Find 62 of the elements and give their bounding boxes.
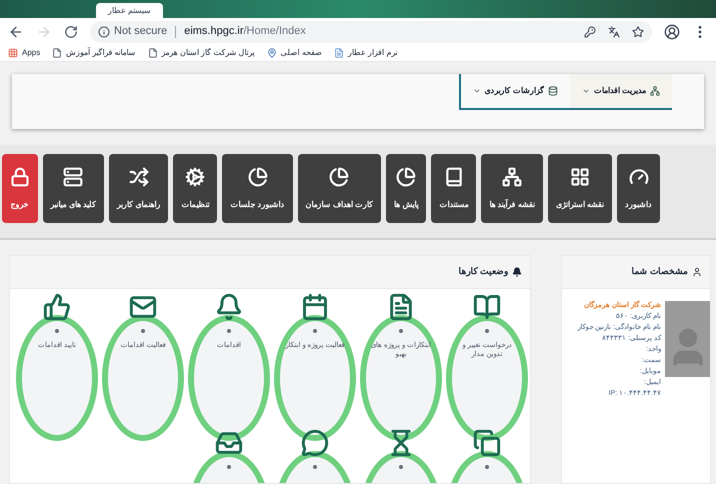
bell-icon: [512, 267, 522, 277]
cogs-icon: [185, 166, 206, 186]
file-icon: [387, 293, 415, 321]
back-icon[interactable]: [8, 24, 24, 40]
toolbar-tile[interactable]: تنظیمات: [173, 154, 218, 223]
bookmark-star-icon[interactable]: [632, 26, 644, 38]
pin-icon: [266, 48, 277, 58]
grid-icon: [570, 166, 590, 186]
server-icon: [63, 166, 84, 186]
pie-chart-icon: [248, 166, 268, 186]
bell-icon: [215, 293, 243, 321]
security-label: Not secure: [114, 24, 168, 40]
info-icon: [98, 26, 110, 38]
nav-menu-item[interactable]: گزارشات کاربردی: [458, 74, 570, 110]
user-icon: [692, 267, 702, 277]
bookmark-item[interactable]: سامانه فراگیر آموزش: [52, 47, 136, 59]
shuffle-icon: [128, 166, 149, 186]
panel-title: مشخصات شما: [631, 265, 688, 278]
toolbar-tile[interactable]: داشبورد جلسات: [222, 154, 293, 223]
url-text: eims.hpgc.ir/Home/Index: [184, 24, 306, 40]
translate-icon[interactable]: [608, 26, 620, 38]
panel-title: وضعیت کارها: [458, 265, 508, 278]
bookmark-item[interactable]: نرم افزار عطار: [334, 47, 398, 59]
database-icon: [548, 86, 558, 96]
toolbar-tile[interactable]: خروج: [2, 154, 38, 223]
toolbar-tile[interactable]: داشبورد: [617, 154, 660, 223]
toolbar-tile[interactable]: پایش ها: [386, 154, 426, 223]
speech-bubble-icon: [301, 429, 329, 457]
envelope-icon: [129, 293, 157, 321]
toolbar-tile[interactable]: کارت اهداف سازمان: [298, 154, 382, 223]
book-icon: [444, 166, 464, 186]
toolbar-tile[interactable]: راهنمای کاربر: [109, 154, 168, 223]
caret-icon: [582, 87, 590, 95]
bookmark-item[interactable]: Apps: [8, 47, 40, 59]
sitemap-icon: [650, 86, 660, 96]
document-icon: [334, 48, 344, 58]
gauge-icon: [628, 166, 648, 186]
thumbs-up-icon: [43, 293, 71, 321]
apps-grid-icon: [8, 48, 18, 58]
bookmark-item[interactable]: صفحه اصلی: [266, 47, 322, 59]
bookmark-item[interactable]: پرتال شرکت گاز استان هرمز: [148, 47, 255, 59]
browser-tab[interactable]: سیستم عطار: [96, 3, 164, 18]
profile-icon[interactable]: [664, 24, 680, 40]
page-icon: [52, 48, 62, 58]
calendar-icon: [301, 293, 329, 321]
pie-chart-icon: [396, 166, 416, 186]
caret-icon: [472, 87, 481, 95]
book-icon: [473, 293, 501, 321]
reload-icon[interactable]: [64, 24, 78, 38]
toolbar-tile[interactable]: نقشه استراتژی: [548, 154, 612, 223]
toolbar-tile[interactable]: نقشه فرآیند ها: [481, 154, 543, 223]
toolbar-tile[interactable]: مستندات: [431, 154, 476, 223]
key-icon[interactable]: [584, 26, 596, 38]
inbox-icon: [215, 429, 243, 457]
nav-menu-item[interactable]: مدیریت اقدامات: [570, 74, 672, 110]
toolbar-tile[interactable]: کلید های میانبر: [42, 154, 104, 223]
pie-chart-icon: [329, 166, 350, 186]
copy-icon: [473, 429, 501, 457]
address-bar[interactable]: Not secure eims.hpgc.ir/Home/Index: [90, 20, 652, 42]
hierarchy-icon: [502, 166, 522, 186]
lock-icon: [10, 166, 30, 186]
page-icon: [148, 48, 158, 58]
